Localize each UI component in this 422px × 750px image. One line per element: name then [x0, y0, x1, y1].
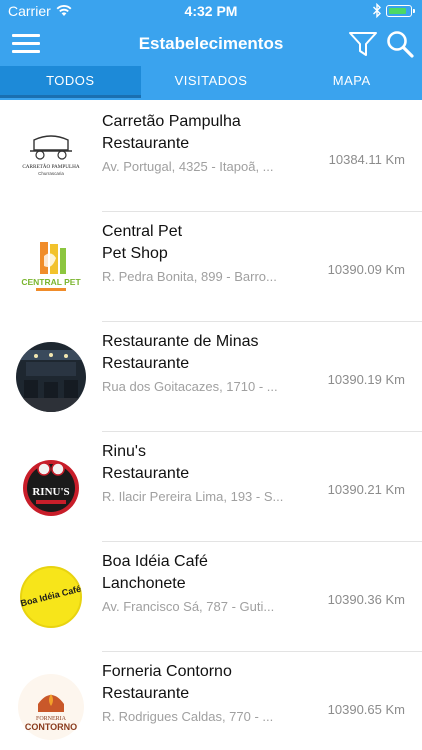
logo-text: CARRETÃO PAMPULHA — [22, 162, 80, 170]
place-distance: 10390.21 Km — [327, 482, 405, 497]
boa-ideia-cafe-logo: Boa Idéia Café — [16, 562, 86, 632]
bluetooth-icon — [373, 3, 381, 18]
place-category: Restaurante — [102, 135, 190, 152]
place-distance: 10390.09 Km — [327, 262, 405, 277]
place-name: Rinu's — [102, 443, 146, 460]
battery-level — [388, 7, 406, 14]
logo-text: CENTRAL PET — [21, 277, 81, 287]
list-item[interactable]: FORNERIA CONTORNO Forneria Contorno Rest… — [0, 652, 422, 750]
place-category: Restaurante — [102, 685, 190, 702]
search-icon[interactable] — [386, 30, 414, 58]
place-name: Central Pet — [102, 223, 183, 240]
place-address: R. Ilacir Pereira Lima, 193 - S... — [102, 489, 284, 504]
tab-mapa[interactable]: MAPA — [281, 66, 422, 98]
carretao-logo: CARRETÃO PAMPULHA Churrascaria — [16, 122, 86, 192]
place-distance: 10384.11 Km — [328, 152, 405, 167]
list-item[interactable]: Boa Idéia Café Boa Idéia Café Lanchonete… — [0, 542, 422, 652]
battery-icon — [386, 5, 415, 17]
list-item[interactable]: RINU'S Rinu's Restaurante R. Ilacir Pere… — [0, 432, 422, 542]
place-address: R. Rodrigues Caldas, 770 - ... — [102, 709, 274, 724]
forneria-contorno-logo: FORNERIA CONTORNO — [16, 672, 86, 742]
restaurante-de-minas-photo — [16, 342, 86, 412]
filter-icon[interactable] — [348, 30, 378, 58]
place-category: Restaurante — [102, 355, 190, 372]
place-address: R. Pedra Bonita, 899 - Barro... — [102, 269, 277, 284]
place-distance: 10390.19 Km — [327, 372, 405, 387]
place-name: Boa Idéia Café — [102, 553, 208, 570]
rinus-logo: RINU'S — [16, 452, 86, 522]
tab-bar: TODOS VISITADOS MAPA — [0, 66, 422, 98]
place-name: Forneria Contorno — [102, 663, 232, 680]
central-pet-logo: CENTRAL PET — [16, 232, 86, 302]
logo-subtext: CONTORNO — [25, 722, 77, 732]
navigation-bar: Estabelecimentos — [0, 22, 422, 66]
place-name: Restaurante de Minas — [102, 333, 259, 350]
place-name: Carretão Pampulha — [102, 113, 241, 130]
list-item[interactable]: Restaurante de Minas Restaurante Rua dos… — [0, 322, 422, 432]
place-category: Restaurante — [102, 465, 190, 482]
tab-todos[interactable]: TODOS — [0, 66, 141, 98]
status-bar: Carrier 4:32 PM — [0, 0, 422, 22]
place-address: Rua dos Goitacazes, 1710 - ... — [102, 379, 278, 394]
establishment-list: CARRETÃO PAMPULHA Churrascaria Carretão … — [0, 102, 422, 750]
list-item[interactable]: CENTRAL PET Central Pet Pet Shop R. Pedr… — [0, 212, 422, 322]
place-distance: 10390.65 Km — [327, 702, 405, 717]
logo-text: RINU'S — [32, 486, 69, 498]
place-address: Av. Francisco Sá, 787 - Guti... — [102, 599, 275, 614]
tab-visitados[interactable]: VISITADOS — [141, 66, 282, 98]
place-category: Pet Shop — [102, 245, 168, 262]
clock: 4:32 PM — [184, 3, 238, 19]
place-distance: 10390.36 Km — [327, 592, 405, 607]
logo-subtext: Churrascaria — [38, 171, 64, 176]
place-category: Lanchonete — [102, 575, 186, 592]
place-address: Av. Portugal, 4325 - Itapoã, ... — [102, 159, 274, 174]
app-header: Carrier 4:32 PM Estabelecimentos TODOS V… — [0, 0, 422, 100]
list-item[interactable]: CARRETÃO PAMPULHA Churrascaria Carretão … — [0, 102, 422, 212]
